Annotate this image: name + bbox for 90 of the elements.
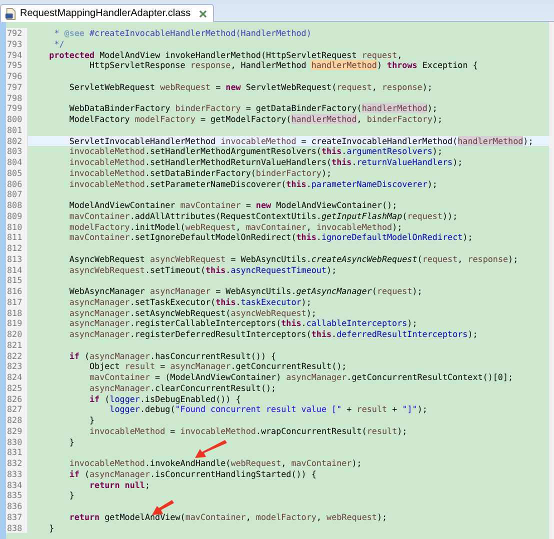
line-number: 826 — [6, 394, 28, 404]
code-line: } — [68, 490, 74, 500]
code-line: if (asyncManager.hasConcurrentResult()) { — [68, 350, 276, 360]
code-line: mavContainer.addAllAttributes(RequestContextUtils.getInputFlashMap(request)); — [68, 210, 458, 221]
line-number: 807 — [6, 189, 28, 200]
code-line: } — [88, 415, 95, 425]
line-number: 828 — [6, 415, 28, 426]
code-line: invocableMethod.setHandlerMethodArgumentResolvers(this.argumentResolvers); — [68, 146, 442, 156]
code-line: modelFactory.initModel(webRequest, mavContainer, invocableMethod); — [68, 222, 402, 232]
code-line: invocableMethod = invocableMethod.wrapConcurrentResult(result); — [88, 426, 408, 436]
code-line: invocableMethod.invokeAndHandle(webRequest, mavContainer); — [68, 458, 362, 468]
line-number: 803 — [6, 146, 28, 157]
editor-tab[interactable]: RequestMappingHandlerAdapter.class — [0, 4, 214, 22]
line-number: 810 — [6, 222, 28, 232]
code-line: ModelAndViewContainer mavContainer = new ModelAndViewContainer(); — [68, 200, 398, 210]
arrow — [152, 500, 174, 515]
code-line: return null; — [88, 480, 150, 490]
code-line: asyncWebRequest.setTimeout(this.asyncRequestTimeout); — [68, 264, 337, 274]
line-number: 835 — [6, 490, 28, 501]
line-number: 808 — [6, 200, 28, 211]
code-line: WebDataBinderFactory binderFactory = getDataBinderFactory(handlerMethod); — [68, 103, 438, 114]
code-line: WebAsyncManager asyncManager = WebAsyncUtils.getAsyncManager(request); — [68, 286, 422, 296]
code-line: asyncManager.setAsyncWebRequest(asyncWebRequest); — [68, 308, 316, 318]
line-number: 806 — [6, 178, 28, 190]
line-number: 837 — [6, 512, 28, 522]
code-line: mavContainer = (ModelAndViewContainer) asyncManager.getConcurrentResultContext()[0]; — [88, 372, 514, 382]
line-number: 831 — [6, 447, 28, 458]
line-number: 832 — [6, 458, 28, 469]
class-file-icon — [5, 8, 16, 20]
line-number: 812 — [6, 243, 28, 254]
code-line: return getModelAndView(mavContainer, modelFactory, webRequest); — [68, 512, 388, 522]
code-line: if (logger.isDebugEnabled()) { — [88, 394, 241, 404]
code-line: ServletInvocableHandlerMethod invocableMethod = createInvocableHandlerMethod(handlerMethod); — [68, 136, 534, 146]
code-line: */ — [53, 38, 64, 49]
line-number: 794 — [6, 50, 28, 60]
code-line: } — [48, 522, 54, 532]
code-line: protected ModelAndView invokeHandlerMethod(HttpServletRequest request, — [48, 50, 402, 60]
line-number: 804 — [6, 157, 28, 168]
line-number: 799 — [6, 103, 28, 114]
code-line: invocableMethod.setHandlerMethodReturnValueHandlers(this.returnValueHandlers); — [68, 157, 463, 167]
line-number: 829 — [6, 426, 28, 436]
line-number: 825 — [6, 382, 28, 394]
code-line: asyncManager.registerDeferredResultInterceptors(this.deferredResultInterceptors); — [68, 329, 478, 339]
line-number: 833 — [6, 468, 28, 480]
line-number: 802 — [6, 136, 28, 146]
line-number: 838 — [6, 522, 28, 534]
line-number: 821 — [6, 340, 28, 350]
code-line: * @see #createInvocableHandlerMethod(HandlerMethod) — [53, 28, 312, 38]
line-number: 811 — [6, 232, 28, 243]
line-number: 814 — [6, 264, 28, 276]
line-number: 817 — [6, 296, 28, 308]
line-number: 827 — [6, 404, 28, 415]
line-number: 836 — [6, 501, 28, 512]
code-line: } — [68, 436, 74, 446]
line-number: 816 — [6, 286, 28, 297]
line-number: 824 — [6, 372, 28, 383]
line-number: 834 — [6, 480, 28, 490]
code-line: AsyncWebRequest asyncWebRequest = WebAsyncUtils.createAsyncWebRequest(request, response); — [68, 254, 518, 264]
line-number: 800 — [6, 114, 28, 125]
code-line: mavContainer.setIgnoreDefaultModelOnRedirect(this.ignoreDefaultModelOnRedirect); — [68, 232, 473, 242]
line-number: 805 — [6, 168, 28, 178]
line-number: 797 — [6, 82, 28, 92]
code-line: HttpServletResponse response, HandlerMethod handlerMethod) throws Exception { — [88, 60, 478, 70]
code-line: ServletWebRequest webRequest = new ServletWebRequest(request, response); — [68, 82, 432, 92]
code-line: Object result = asyncManager.getConcurrentResult(); — [88, 361, 347, 372]
line-number: 795 — [6, 60, 28, 71]
line-number: 809 — [6, 210, 28, 222]
code-line: asyncManager.setTaskExecutor(this.taskExecutor); — [68, 296, 312, 307]
line-number: 792 — [6, 28, 28, 39]
code-line: logger.debug("Found concurrent result value [" + result + "]"); — [108, 404, 428, 414]
line-number: 815 — [6, 275, 28, 286]
code-line: ModelFactory modelFactory = getModelFactory(handlerMethod, binderFactory); — [68, 114, 443, 124]
arrow — [195, 440, 227, 458]
code-line: asyncManager.clearConcurrentResult(); — [88, 382, 276, 393]
code-line: invocableMethod.setDataBinderFactory(binderFactory); — [68, 168, 332, 178]
line-number: 822 — [6, 350, 28, 362]
line-number: 798 — [6, 92, 28, 104]
line-number: 793 — [6, 38, 28, 50]
line-number: 830 — [6, 436, 28, 448]
line-number: 823 — [6, 361, 28, 372]
line-number: 819 — [6, 318, 28, 329]
code-line: invocableMethod.setParameterNameDiscoverer(this.parameterNameDiscoverer); — [68, 178, 438, 188]
line-number: 820 — [6, 329, 28, 340]
code-line: asyncManager.registerCallableInterceptors(this.callableInterceptors); — [68, 318, 418, 328]
close-icon[interactable] — [198, 10, 207, 18]
line-number: 813 — [6, 254, 28, 264]
line-number: 801 — [6, 124, 28, 136]
line-number: 818 — [6, 308, 28, 318]
code-line: if (asyncManager.isConcurrentHandlingStarted()) { — [68, 468, 316, 479]
line-number: 796 — [6, 71, 28, 82]
